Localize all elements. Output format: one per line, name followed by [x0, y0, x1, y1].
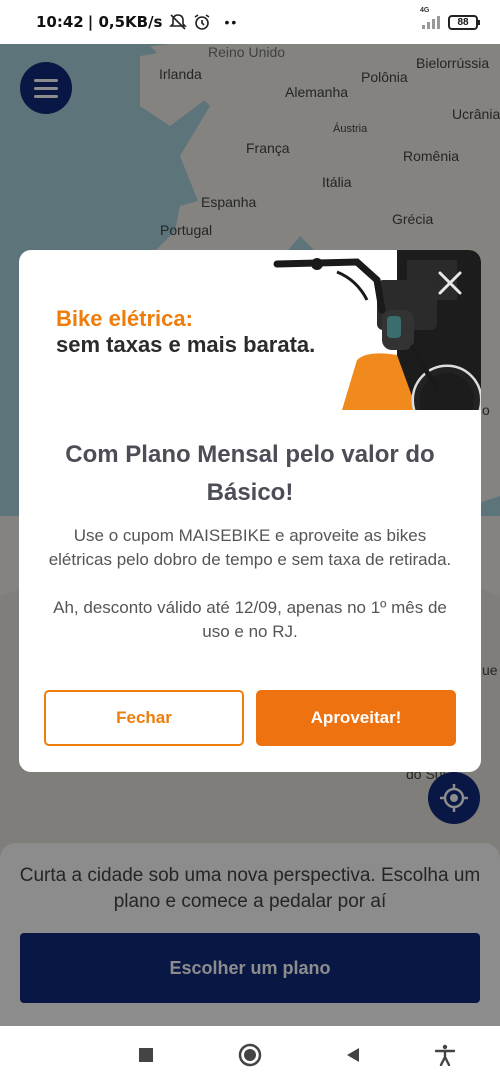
notification-dots: ••	[224, 14, 239, 30]
accessibility-icon	[434, 1044, 456, 1066]
square-icon	[139, 1048, 153, 1062]
signal-icon: 4G	[420, 7, 440, 29]
modal-title: Com Plano Mensal pelo valor do Básico!	[65, 441, 435, 506]
status-bar: 10:42 | 0,5KB/s •• 4G 88	[0, 0, 500, 44]
alarm-icon	[193, 13, 211, 31]
back-button[interactable]	[340, 1042, 366, 1068]
accessibility-button[interactable]	[432, 1042, 458, 1068]
circle-icon	[238, 1043, 262, 1067]
home-button[interactable]	[237, 1042, 263, 1068]
modal-actions: Fechar Aproveitar!	[44, 690, 456, 746]
network-speed: | 0,5KB/s	[87, 13, 163, 31]
promo-modal: Bike elétrica: sem taxas e mais barata. …	[19, 250, 481, 772]
recents-button[interactable]	[133, 1042, 159, 1068]
signal-tag: 4G	[420, 7, 430, 14]
fechar-button[interactable]: Fechar	[44, 690, 244, 746]
system-nav-bar	[0, 1026, 500, 1083]
battery-level: 88	[457, 16, 469, 28]
status-time: 10:42	[36, 13, 84, 31]
triangle-back-icon	[347, 1048, 359, 1062]
close-icon	[438, 271, 462, 295]
close-modal-button[interactable]	[433, 266, 467, 300]
promo-banner: Bike elétrica: sem taxas e mais barata.	[19, 250, 481, 410]
mute-icon	[168, 13, 187, 31]
aproveitar-button[interactable]: Aproveitar!	[256, 690, 456, 746]
modal-body-validity: Ah, desconto válido até 12/09, apenas no…	[53, 598, 447, 641]
banner-title: Bike elétrica:	[56, 306, 193, 331]
modal-body-coupon: Use o cupom MAISEBIKE e aproveite as bik…	[48, 526, 452, 569]
battery-icon: 88	[448, 14, 480, 30]
